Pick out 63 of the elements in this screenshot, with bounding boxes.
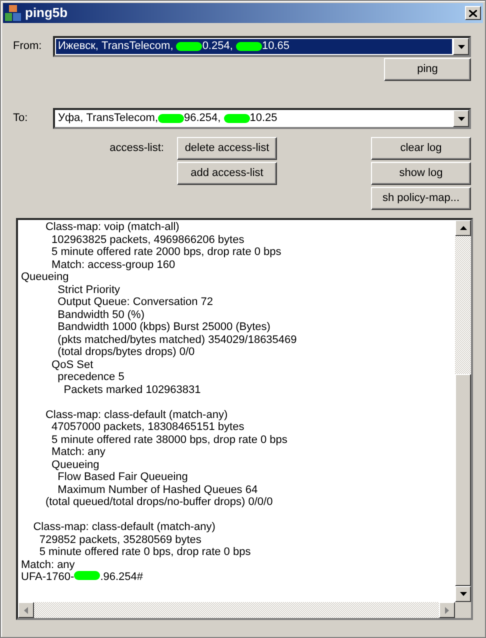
log-line: Maximum Number of Hashed Queues 64 <box>56 484 259 496</box>
redaction-mark <box>74 571 100 580</box>
scroll-right-button[interactable] <box>439 602 455 618</box>
ping-button[interactable]: ping <box>384 58 471 81</box>
scrollbar-corner <box>455 602 471 618</box>
app-icon <box>5 5 21 21</box>
log-line: Bandwidth 50 (%) <box>56 308 146 321</box>
down-arrow-icon <box>460 592 466 596</box>
log-line: Output Queue: Conversation 72 <box>56 296 214 308</box>
log-line: Strict Priority <box>56 284 122 296</box>
scroll-left-button[interactable] <box>18 602 34 618</box>
log-line: Queueing <box>50 458 100 471</box>
log-line: Class-map: voip (match-all) <box>44 221 180 234</box>
log-line: (total queued/total drops/no-buffer drops) 0/0/0 <box>44 496 274 508</box>
window-title: ping5b <box>25 4 69 22</box>
to-combo-box[interactable]: Уфа, TransTelecom, 96.254, 10.25 <box>53 108 471 129</box>
from-combo-box[interactable]: Ижевск, TransTelecom, 0.254, 10.65 <box>53 36 471 57</box>
redaction-mark <box>224 114 250 123</box>
log-line: 102963825 packets, 4969866206 bytes <box>50 234 246 246</box>
clear-log-button[interactable]: clear log <box>371 137 471 160</box>
dropdown-button[interactable] <box>453 110 469 127</box>
vertical-scrollbar[interactable] <box>455 220 471 602</box>
log-line: Packets marked 102963831 <box>62 384 202 396</box>
redaction-mark <box>176 42 202 51</box>
policy-map-button[interactable]: sh policy-map... <box>371 187 471 210</box>
dropdown-button[interactable] <box>453 38 469 55</box>
log-line: (pkts matched/bytes matched) 354029/18635469 <box>56 334 298 346</box>
log-line: QoS Set <box>50 358 94 371</box>
log-line: Class-map: class-default (match-any) <box>44 408 229 421</box>
log-line: Match: access-group 160 <box>50 258 176 271</box>
left-arrow-icon <box>24 606 28 614</box>
to-label: To: <box>13 111 29 126</box>
log-line: (total drops/bytes drops) 0/0 <box>56 346 196 358</box>
log-line: precedence 5 <box>56 371 126 384</box>
close-icon <box>469 10 477 17</box>
log-line: Match: any <box>50 446 106 458</box>
scroll-down-button[interactable] <box>455 586 471 602</box>
access-list-label: access-list: <box>110 141 164 156</box>
redaction-mark <box>158 114 184 123</box>
from-label: From: <box>13 39 43 54</box>
scroll-up-button[interactable] <box>455 220 471 236</box>
log-line: Match: any <box>21 558 76 571</box>
add-access-list-button[interactable]: add access-list <box>177 162 277 185</box>
log-line: 5 minute offered rate 0 bps, drop rate 0 bps <box>38 546 252 558</box>
log-line: 729852 packets, 35280569 bytes <box>38 534 202 546</box>
close-button[interactable] <box>465 6 481 20</box>
show-log-button[interactable]: show log <box>371 162 471 185</box>
log-line: Bandwidth 1000 (kbps) Burst 25000 (Bytes) <box>56 321 272 334</box>
scroll-thumb[interactable] <box>455 374 471 586</box>
delete-access-list-button[interactable]: delete access-list <box>177 137 277 160</box>
log-line: Flow Based Fair Queueing <box>56 471 189 484</box>
down-arrow-icon <box>458 44 464 48</box>
right-arrow-icon <box>445 606 449 614</box>
horizontal-scrollbar[interactable] <box>18 602 455 618</box>
redaction-mark <box>236 42 262 51</box>
log-line: 5 minute offered rate 2000 bps, drop rate 0 bps <box>50 246 282 258</box>
up-arrow-icon <box>460 226 466 230</box>
log-output: Class-map: voip (match-all) 102963825 packets, 4969866206 bytes 5 minute offered rate 2000 bps, drop rate 0 bps Match: access-group 160 Queueing Strict Priority Output Queue: Conversation 72 Bandwidth 50 (%) Bandwidth 1000 (kbps) Burst 25000 (Bytes) (pkts matched/bytes matched) 354029/18635469 (total drops/bytes drops) 0/0 QoS Set precedence 5 Packets marked 102963831 Class-map: class-default (match-any) 47057000 packets, 18308465151 bytes 5 minute offered rate 38000 bps, drop rate 0 bps Match: any Queueing Flow Based Fair Queueing Maximum Number of Hashed Queues 64 (total queued/total drops/no-buffer drops) 0/0/0 Class-map: class-default (match-any) 729852 packets, 35280569 bytes 5 minute offered rate 0 bps, drop rate 0 bps Match: any UFA-1760- .96.254# <box>16 218 473 620</box>
log-line: Class-map: class-default (match-any) <box>32 521 216 534</box>
log-line: 47057000 packets, 18308465151 bytes <box>50 421 246 434</box>
down-arrow-icon <box>458 116 464 120</box>
log-line: Queueing <box>21 271 70 284</box>
log-line: 5 minute offered rate 38000 bps, drop rate 0 bps <box>50 434 288 446</box>
